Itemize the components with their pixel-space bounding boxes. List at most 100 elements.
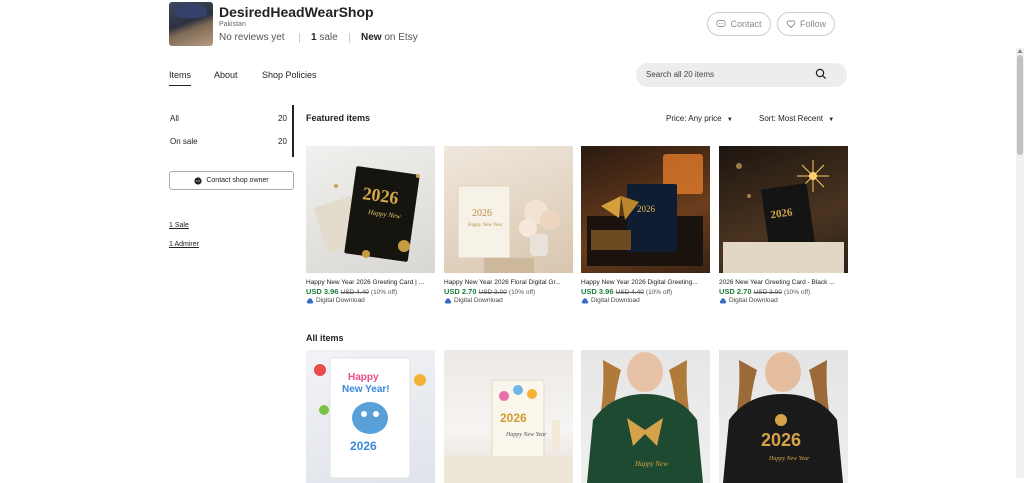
greeting-card-art: 2026 Happy New	[314, 166, 420, 262]
cloud-download-icon	[306, 297, 314, 303]
product-image[interactable]: 2026	[719, 146, 848, 273]
search-placeholder: Search all 20 items	[646, 70, 715, 79]
on-etsy-label: on Etsy	[384, 32, 418, 43]
product-image[interactable]: 2026 Happy New Year	[444, 350, 573, 483]
svg-text:Happy New Year: Happy New Year	[768, 456, 810, 462]
product-price: USD 2.70 USD 3.00 (10% off)	[444, 287, 535, 296]
sales-link[interactable]: 1 Sale	[169, 222, 189, 229]
new-on-etsy: New on Etsy	[361, 32, 418, 43]
sale-price: USD 2.70	[719, 287, 752, 296]
sidebar-count-on-sale: 20	[278, 137, 287, 146]
greeting-card-art: 2026 Happy New Year	[444, 379, 573, 483]
product-image[interactable]: 2026 Happy New Year	[719, 350, 848, 483]
follow-label: Follow	[799, 19, 826, 29]
active-tab-indicator	[169, 85, 191, 86]
digital-download-label: Digital Download	[729, 297, 778, 304]
original-price: USD 3.00	[478, 289, 507, 296]
new-label: New	[361, 32, 382, 43]
product-image[interactable]: 2026	[581, 146, 710, 273]
discount-label: (10% off)	[783, 289, 811, 296]
sidebar-item-all[interactable]: All	[170, 114, 179, 123]
svg-text:2026: 2026	[472, 208, 492, 219]
sidebar-item-on-sale[interactable]: On sale	[170, 137, 198, 146]
svg-text:Happy New Year: Happy New Year	[505, 432, 547, 438]
scroll-up-arrow-icon[interactable]	[1017, 48, 1023, 54]
product-image[interactable]: Happy New	[581, 350, 710, 483]
digital-download-badge: Digital Download	[581, 297, 640, 304]
price-filter-label: Price: Any price	[666, 114, 722, 123]
original-price: USD 3.00	[753, 289, 782, 296]
contact-label: Contact	[730, 19, 762, 29]
digital-download-label: Digital Download	[591, 297, 640, 304]
caret-down-icon: ▼	[828, 117, 835, 123]
svg-text:2026: 2026	[761, 430, 801, 450]
cloud-download-icon	[719, 297, 727, 303]
discount-label: (10% off)	[370, 289, 398, 296]
product-price: USD 2.70 USD 3.00 (10% off)	[719, 287, 810, 296]
sales-label: sale	[319, 32, 338, 43]
original-price: USD 4.40	[340, 289, 369, 296]
product-image[interactable]: 2026 Happy New	[306, 146, 435, 273]
heart-icon	[786, 20, 796, 29]
price-filter[interactable]: Price: Any price ▼	[666, 114, 733, 123]
tab-about[interactable]: About	[214, 70, 238, 80]
sweatshirt-art: Happy New	[587, 352, 703, 483]
product-title[interactable]: 2026 New Year Greeting Card - Black ...	[719, 279, 848, 286]
sidebar-count-all: 20	[278, 114, 287, 123]
sale-price: USD 2.70	[444, 287, 477, 296]
sort-filter-label: Sort: Most Recent	[759, 114, 824, 123]
sale-price: USD 3.96	[581, 287, 614, 296]
product-title[interactable]: Happy New Year 2026 Greeting Card | ...	[306, 279, 435, 286]
svg-text:2026: 2026	[637, 204, 656, 214]
admirers-link[interactable]: 1 Admirer	[169, 241, 199, 248]
product-image[interactable]: 2026 Happy New Year	[444, 146, 573, 273]
cloud-download-icon	[581, 297, 589, 303]
digital-download-badge: Digital Download	[444, 297, 503, 304]
svg-text:Happy: Happy	[348, 372, 379, 383]
greeting-card-art: Happy New Year! 2026	[314, 357, 426, 479]
cloud-download-icon	[444, 297, 452, 303]
discount-label: (10% off)	[645, 289, 673, 296]
caret-down-icon: ▼	[726, 117, 733, 123]
digital-download-badge: Digital Download	[719, 297, 778, 304]
scrollbar-thumb[interactable]	[1017, 55, 1023, 155]
product-price: USD 3.96 USD 4.40 (10% off)	[581, 287, 672, 296]
shop-location: Pakistan	[219, 21, 246, 28]
sort-filter[interactable]: Sort: Most Recent ▼	[759, 114, 834, 123]
chat-icon	[717, 20, 726, 27]
svg-text:New Year!: New Year!	[342, 384, 390, 395]
sales-summary: 1 sale	[311, 32, 338, 43]
original-price: USD 4.40	[615, 289, 644, 296]
svg-text:2026: 2026	[500, 411, 527, 425]
tab-shop-policies[interactable]: Shop Policies	[262, 70, 317, 80]
all-items-heading: All items	[306, 333, 344, 343]
greeting-card-art: 2026	[723, 160, 844, 273]
digital-download-label: Digital Download	[316, 297, 365, 304]
sales-count: 1	[311, 32, 317, 43]
reviews-text[interactable]: No reviews yet	[219, 32, 285, 43]
sweatshirt-art: 2026 Happy New Year	[723, 352, 843, 483]
tab-items[interactable]: Items	[169, 70, 191, 80]
follow-button[interactable]: Follow	[777, 12, 835, 36]
greeting-card-art: 2026	[587, 154, 703, 266]
divider	[349, 33, 350, 43]
shop-avatar[interactable]	[169, 2, 213, 46]
divider	[299, 33, 300, 43]
digital-download-badge: Digital Download	[306, 297, 365, 304]
svg-text:2026: 2026	[350, 439, 377, 453]
discount-label: (10% off)	[508, 289, 536, 296]
product-price: USD 3.96 USD 4.40 (10% off)	[306, 287, 397, 296]
contact-button[interactable]: Contact	[707, 12, 771, 36]
product-image[interactable]: Happy New Year! 2026	[306, 350, 435, 483]
sidebar-active-indicator	[292, 105, 294, 157]
sale-price: USD 3.96	[306, 287, 339, 296]
product-title[interactable]: Happy New Year 2026 Digital Greeting...	[581, 279, 710, 286]
product-title[interactable]: Happy New Year 2026 Floral Digital Gr...	[444, 279, 573, 286]
shop-name[interactable]: DesiredHeadWearShop	[219, 4, 374, 20]
contact-shop-owner-button[interactable]: Contact shop owner	[169, 171, 294, 190]
svg-text:Happy New: Happy New	[634, 460, 668, 468]
greeting-card-art: 2026 Happy New Year	[457, 185, 560, 273]
contact-shop-owner-label: Contact shop owner	[206, 177, 269, 184]
search-icon[interactable]	[815, 68, 827, 80]
featured-items-heading: Featured items	[306, 113, 371, 123]
